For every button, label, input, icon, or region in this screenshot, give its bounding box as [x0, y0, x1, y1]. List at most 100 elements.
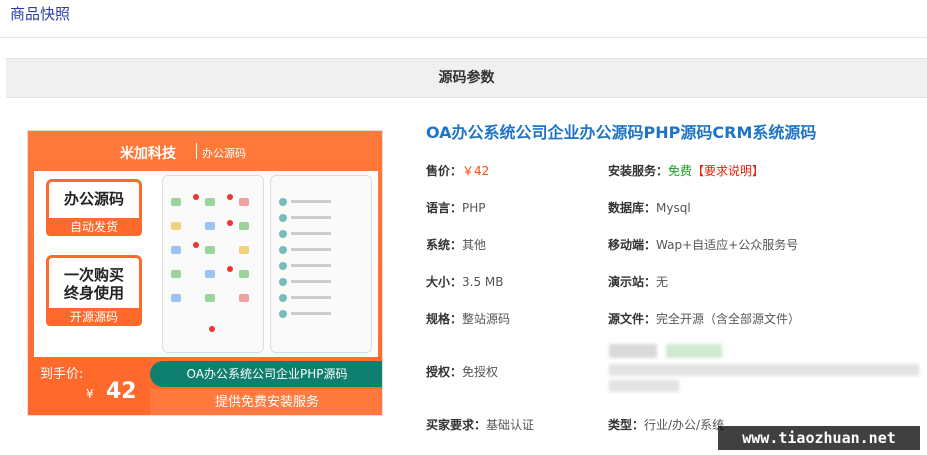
field-value: 免授权	[462, 365, 499, 379]
field-price: 售价：￥42	[426, 162, 489, 179]
app-icon	[205, 246, 215, 254]
app-icon	[205, 294, 215, 302]
watermark: www.tiaozhuan.net	[718, 426, 920, 450]
price-amount: 42	[106, 379, 137, 404]
brand-subtitle: 办公源码	[202, 147, 246, 160]
field-value: 行业/办公/系统	[644, 418, 725, 432]
notification-dot	[193, 242, 199, 248]
list-item	[279, 276, 365, 288]
badge-main-line1: 一次购买	[63, 266, 124, 284]
field-language: 语言：PHP	[426, 199, 486, 216]
field-spec: 规格：整站源码	[426, 310, 510, 327]
field-mobile: 移动端：Wap+自适应+公众服务号	[608, 236, 798, 253]
field-label: 演示站：	[608, 275, 657, 289]
price-box: 到手价: ¥ 42	[28, 359, 150, 415]
app-icon	[239, 246, 249, 254]
list-item	[279, 228, 365, 240]
field-install: 安装服务：免费【要求说明】	[608, 162, 764, 179]
field-label: 系统：	[426, 238, 463, 252]
tab-snapshot[interactable]: 商品快照	[10, 3, 70, 24]
blurred-content	[666, 344, 722, 358]
list-item	[279, 244, 365, 256]
list-item	[279, 212, 365, 224]
list-item	[279, 196, 365, 208]
image-inner-panel: 办公源码 自动发货 一次购买 终身使用 开源源码	[34, 171, 378, 357]
blurred-content	[609, 344, 657, 358]
field-source: 源文件：完全开源（含全部源文件）	[608, 310, 800, 327]
app-icon	[239, 294, 249, 302]
field-value: 无	[656, 275, 669, 289]
badge-lifetime: 一次购买 终身使用 开源源码	[46, 255, 142, 326]
badge-main: 办公源码	[63, 190, 124, 208]
field-database: 数据库：Mysql	[608, 199, 691, 216]
phone-screenshot	[270, 175, 372, 353]
list-item	[279, 292, 365, 304]
currency-symbol: ¥	[86, 387, 94, 401]
notification-dot	[193, 194, 199, 200]
phone-screenshot	[162, 175, 264, 353]
field-label: 类型：	[608, 418, 645, 432]
field-label: 安装服务：	[608, 164, 669, 178]
notification-dot	[227, 266, 233, 272]
field-value: Wap+自适应+公众服务号	[656, 238, 799, 252]
blurred-content	[609, 364, 919, 376]
field-type: 类型：行业/办公/系统	[608, 416, 724, 433]
app-icon	[171, 246, 181, 254]
field-value: Mysql	[656, 201, 691, 215]
field-label: 语言：	[426, 201, 463, 215]
field-label: 大小：	[426, 275, 463, 289]
field-label: 授权：	[426, 365, 463, 379]
field-label: 售价：	[426, 164, 463, 178]
badge-tag: 自动发货	[46, 218, 142, 236]
list-item	[279, 308, 365, 320]
field-license: 授权：免授权	[426, 363, 498, 380]
app-icon	[205, 198, 215, 206]
app-icon	[171, 198, 181, 206]
requirements-link[interactable]: 【要求说明】	[692, 164, 764, 178]
field-value: 整站源码	[462, 312, 511, 326]
field-system: 系统：其他	[426, 236, 486, 253]
app-icon	[239, 198, 249, 206]
divider	[196, 143, 197, 159]
product-title[interactable]: OA办公系统公司企业办公源码PHP源码CRM系统源码	[426, 119, 816, 143]
field-value: 3.5 MB	[462, 275, 504, 289]
install-free: 免费	[668, 164, 693, 178]
field-value: 基础认证	[486, 418, 535, 432]
field-buyer-req: 买家要求：基础认证	[426, 416, 534, 433]
app-icon	[171, 270, 181, 278]
price-label: 到手价:	[40, 367, 84, 382]
app-icon	[239, 222, 249, 230]
blurred-content	[609, 380, 679, 392]
section-header: 源码参数	[6, 58, 927, 98]
field-label: 源文件：	[608, 312, 657, 326]
price-value: ￥42	[462, 164, 490, 178]
app-icon	[239, 270, 249, 278]
app-icon	[171, 222, 181, 230]
field-label: 移动端：	[608, 238, 657, 252]
field-value: 完全开源（含全部源文件）	[656, 312, 801, 326]
app-icon	[205, 222, 215, 230]
badge-office: 办公源码 自动发货	[46, 179, 142, 236]
notification-dot	[209, 326, 215, 332]
field-demo: 演示站：无	[608, 273, 668, 290]
badge-tag: 开源源码	[46, 308, 142, 326]
app-icon	[171, 294, 181, 302]
notification-dot	[227, 194, 233, 200]
list-item	[279, 260, 365, 272]
divider	[0, 37, 927, 38]
field-value: 其他	[462, 238, 487, 252]
field-label: 数据库：	[608, 201, 657, 215]
field-value: PHP	[462, 201, 486, 215]
product-image: 米加科技 办公源码 办公源码 自动发货 一次购买 终身使用 开源源码 到手价: …	[27, 130, 383, 416]
product-panel: 米加科技 办公源码 办公源码 自动发货 一次购买 终身使用 开源源码 到手价: …	[6, 98, 927, 455]
field-label: 规格：	[426, 312, 463, 326]
field-size: 大小：3.5 MB	[426, 273, 504, 290]
notification-dot	[227, 220, 233, 226]
image-title-band: OA办公系统公司企业PHP源码	[150, 361, 382, 387]
install-band: 提供免费安装服务	[150, 389, 382, 415]
brand-name: 米加科技	[120, 146, 176, 162]
app-icon	[205, 270, 215, 278]
price-strip: 到手价: ¥ 42 OA办公系统公司企业PHP源码 提供免费安装服务	[28, 359, 382, 415]
badge-main-line2: 终身使用	[63, 284, 124, 302]
field-label: 买家要求：	[426, 418, 487, 432]
